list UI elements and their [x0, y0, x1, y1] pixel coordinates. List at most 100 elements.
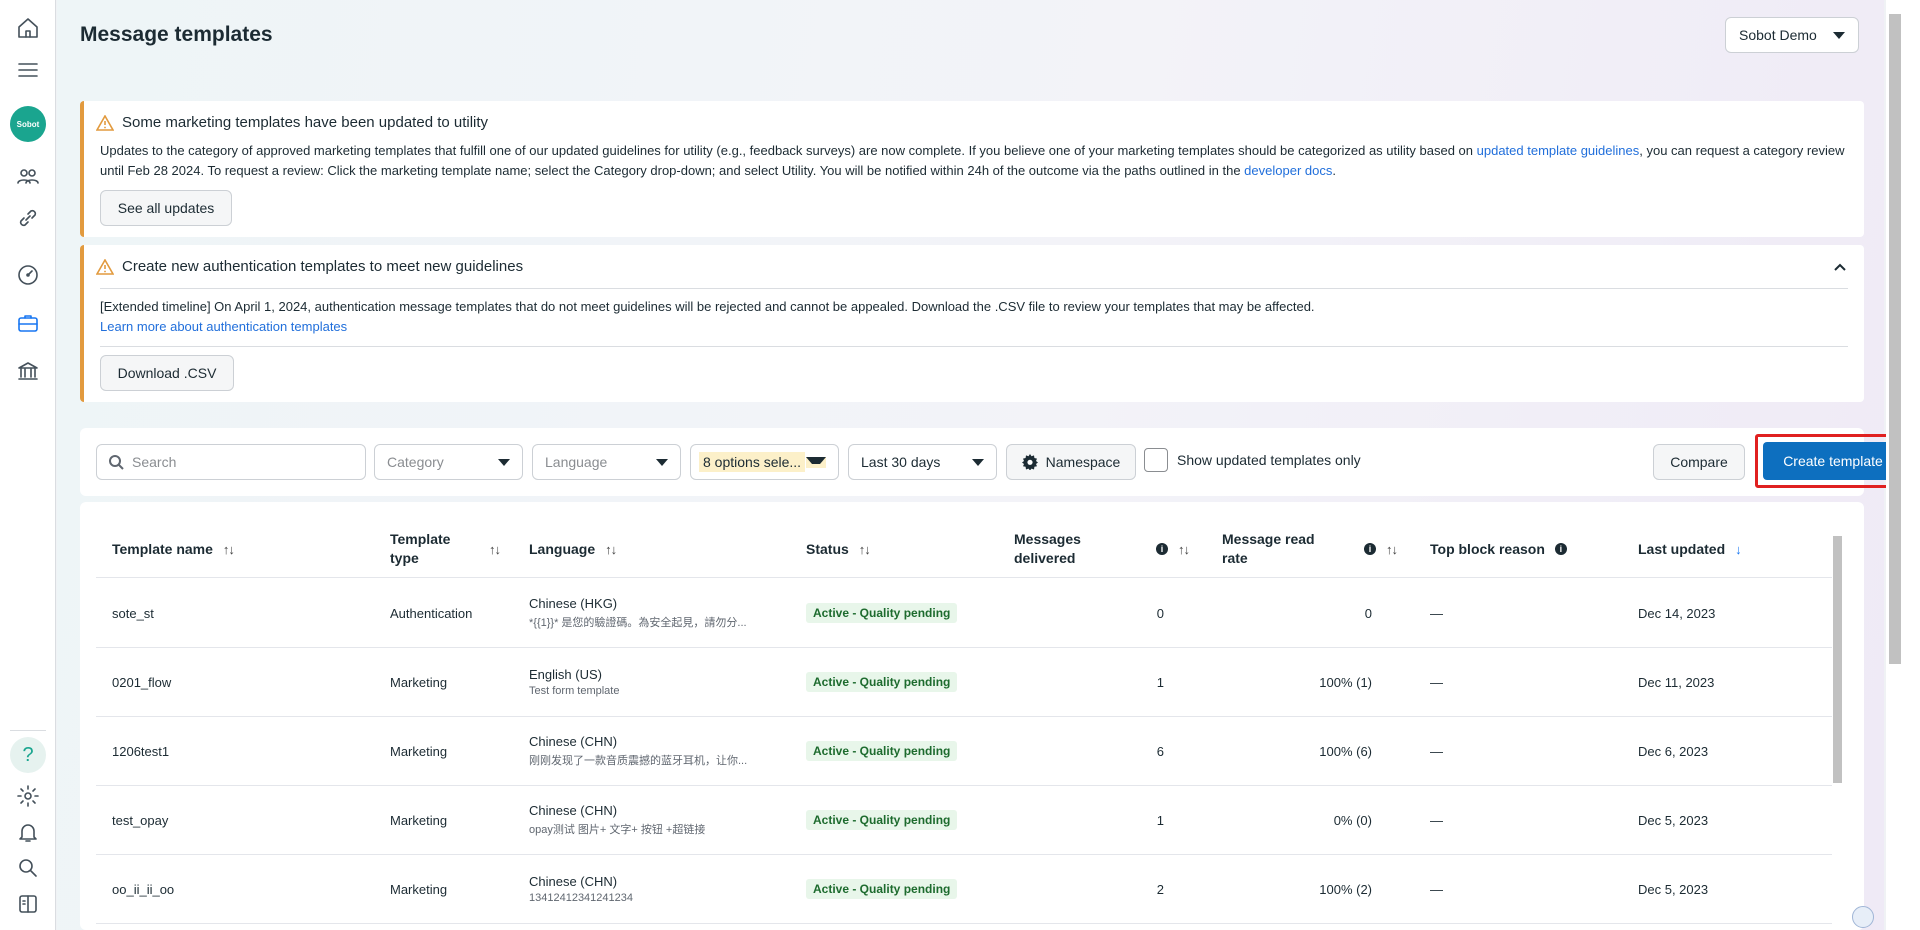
- briefcase-icon[interactable]: [10, 305, 46, 341]
- warning-icon: [96, 114, 114, 131]
- namespace-button[interactable]: Namespace: [1006, 444, 1136, 480]
- message-read-rate: 100% (2): [1319, 881, 1372, 897]
- dropdown-label: Last 30 days: [861, 454, 941, 470]
- help-icon[interactable]: ?: [10, 737, 46, 773]
- col-template-type[interactable]: Template type ↑↓: [390, 520, 501, 578]
- download-csv-button[interactable]: Download .CSV: [100, 355, 234, 391]
- sort-icon[interactable]: ↑↓: [1386, 540, 1398, 559]
- col-message-read-rate[interactable]: Message read rate i ↑↓: [1222, 520, 1398, 578]
- business-avatar[interactable]: Sobot: [10, 106, 46, 142]
- template-name[interactable]: 0201_flow: [112, 648, 171, 716]
- top-block-reason: —: [1430, 605, 1443, 621]
- banner-title-row: Create new authentication templates to m…: [96, 258, 523, 275]
- show-updated-checkbox[interactable]: [1144, 448, 1168, 472]
- status-badge: Active - Quality pending: [806, 603, 958, 623]
- messages-delivered: 6: [1156, 743, 1164, 759]
- caret-down-icon: [656, 458, 668, 466]
- table-row[interactable]: test_opay Marketing Chinese (CHN) opay测试 …: [96, 786, 1832, 855]
- globe-icon[interactable]: [1852, 906, 1874, 928]
- last-updated: Dec 5, 2023: [1638, 881, 1709, 897]
- dropdown-label: 8 options sele...: [699, 452, 806, 472]
- col-language[interactable]: Language ↑↓: [529, 520, 617, 578]
- last-updated: Dec 5, 2023: [1638, 812, 1709, 828]
- last-updated: Dec 11, 2023: [1638, 674, 1715, 690]
- caret-down-icon: [498, 458, 510, 466]
- template-name[interactable]: test_opay: [112, 786, 168, 854]
- users-icon[interactable]: [10, 158, 46, 194]
- table-scrollbar[interactable]: [1833, 536, 1842, 783]
- sort-desc-icon[interactable]: ↓: [1735, 540, 1741, 559]
- message-read-rate: 0% (0): [1333, 812, 1372, 828]
- template-language: Chinese (CHN) 13412412341241234: [529, 874, 634, 904]
- create-template-button[interactable]: Create template: [1763, 442, 1903, 480]
- language-dropdown[interactable]: Language: [532, 444, 681, 480]
- learn-more-auth-link[interactable]: Learn more about authentication template…: [100, 319, 347, 334]
- panel-toggle-icon[interactable]: [10, 886, 46, 922]
- col-status[interactable]: Status ↑↓: [806, 520, 871, 578]
- dropdown-label: Category: [387, 454, 444, 470]
- table-row[interactable]: 0201_flow Marketing English (US) Test for…: [96, 648, 1832, 717]
- bell-icon[interactable]: [10, 814, 46, 850]
- col-template-name[interactable]: Template name ↑↓: [112, 520, 235, 578]
- caret-down-icon: [972, 458, 984, 466]
- search-input[interactable]: Search: [96, 444, 366, 480]
- date-range-dropdown[interactable]: Last 30 days: [848, 444, 997, 480]
- category-dropdown[interactable]: Category: [374, 444, 523, 480]
- template-type: Marketing: [390, 743, 448, 759]
- message-read-rate: 100% (6): [1319, 743, 1372, 759]
- template-name[interactable]: 1206test1: [112, 717, 169, 785]
- dropdown-label: Language: [545, 454, 608, 470]
- col-top-block-reason[interactable]: Top block reason i: [1430, 520, 1567, 578]
- template-language: Chinese (CHN) opay测试 图片+ 文字+ 按钮 +超链接: [529, 803, 706, 836]
- chevron-up-icon[interactable]: [1834, 261, 1846, 273]
- sort-icon[interactable]: ↑↓: [859, 540, 871, 559]
- template-name[interactable]: oo_ii_ii_oo: [112, 855, 174, 923]
- table-row[interactable]: sote_st Authentication Chinese (HKG) *{{1…: [96, 579, 1832, 648]
- template-preview: Test form template: [529, 685, 620, 697]
- table-row[interactable]: oo_ii_ii_oo Marketing Chinese (CHN) 13412…: [96, 855, 1832, 924]
- window-scrollbar-thumb[interactable]: [1889, 14, 1901, 664]
- search-icon[interactable]: [10, 850, 46, 886]
- info-icon[interactable]: i: [1554, 543, 1567, 555]
- template-language: English (US) Test form template: [529, 667, 620, 697]
- sort-icon[interactable]: ↑↓: [1178, 540, 1190, 559]
- status-badge: Active - Quality pending: [806, 672, 958, 692]
- template-preview: 13412412341241234: [529, 892, 634, 904]
- status-cell: Active - Quality pending: [806, 648, 958, 716]
- divider: [100, 346, 1848, 347]
- see-all-updates-button[interactable]: See all updates: [100, 190, 232, 226]
- table-row[interactable]: 1206test1 Marketing Chinese (CHN) 刚刚发现了一款…: [96, 717, 1832, 786]
- col-messages-delivered[interactable]: Messages delivered i ↑↓: [1014, 520, 1190, 578]
- account-selector[interactable]: Sobot Demo: [1725, 17, 1859, 53]
- compare-button[interactable]: Compare: [1653, 444, 1745, 480]
- template-preview: 刚刚发现了一款音质震撼的蓝牙耳机，让你...: [529, 755, 748, 767]
- status-cell: Active - Quality pending: [806, 786, 958, 854]
- template-name[interactable]: sote_st: [112, 579, 154, 647]
- developer-docs-link[interactable]: developer docs: [1244, 163, 1332, 178]
- status-cell: Active - Quality pending: [806, 579, 958, 647]
- col-last-updated[interactable]: Last updated ↓: [1638, 520, 1742, 578]
- namespace-label: Namespace: [1045, 454, 1121, 470]
- template-type: Marketing: [390, 674, 448, 690]
- template-type: Authentication: [390, 605, 473, 621]
- gear-icon[interactable]: [10, 778, 46, 814]
- message-read-rate: 0: [1364, 605, 1372, 621]
- updated-guidelines-link[interactable]: updated template guidelines: [1477, 143, 1640, 158]
- caret-down-icon: [806, 456, 826, 468]
- bank-icon[interactable]: [10, 353, 46, 389]
- status-dropdown[interactable]: 8 options sele...: [690, 444, 839, 480]
- filter-toolbar: Search Category Language 8 options sele.…: [80, 428, 1911, 496]
- info-icon[interactable]: i: [1364, 543, 1376, 555]
- dashboard-gauge-icon[interactable]: [10, 257, 46, 293]
- link-icon[interactable]: [10, 200, 46, 236]
- utility-update-banner: Some marketing templates have been updat…: [80, 101, 1864, 237]
- info-icon[interactable]: i: [1156, 543, 1168, 555]
- sort-icon[interactable]: ↑↓: [489, 540, 501, 559]
- home-icon[interactable]: [10, 10, 46, 46]
- warning-icon: [96, 258, 114, 275]
- last-updated: Dec 14, 2023: [1638, 605, 1716, 621]
- sort-icon[interactable]: ↑↓: [223, 540, 235, 559]
- menu-icon[interactable]: [10, 52, 46, 88]
- sort-icon[interactable]: ↑↓: [605, 540, 617, 559]
- main-content: Message templates Sobot Demo Some market…: [57, 0, 1911, 930]
